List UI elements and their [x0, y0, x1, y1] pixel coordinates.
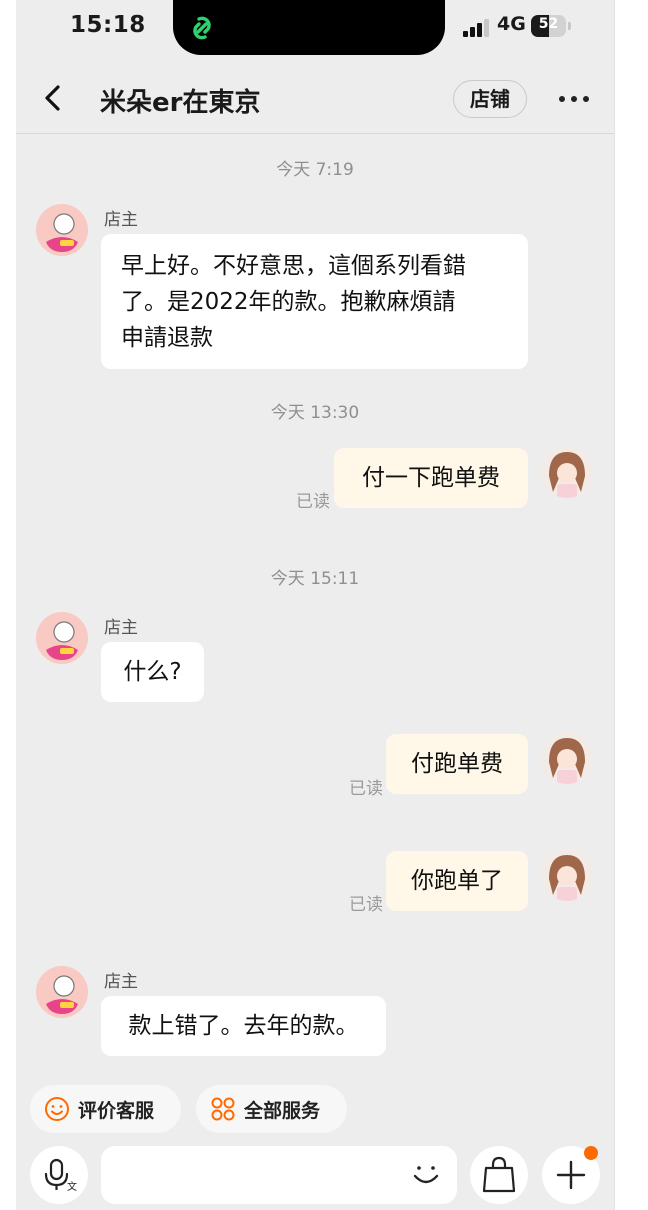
message-bubble[interactable]: 什么? [101, 642, 204, 702]
signal-icon [463, 19, 489, 37]
read-status: 已读 [349, 895, 383, 915]
shop-avatar[interactable] [36, 612, 88, 664]
message-line: 早上好。不好意思，這個系列看錯 [121, 253, 466, 279]
timestamp: 今天 15:11 [270, 569, 360, 589]
message-bubble[interactable]: 付一下跑单费 [334, 448, 528, 508]
rate-service-label: 评价客服 [78, 1100, 155, 1122]
message-bubble[interactable]: 你跑单了 [386, 851, 528, 911]
svg-text:文: 文 [67, 1180, 77, 1193]
message-line: 了。是2022年的款。抱歉麻煩請 [121, 289, 456, 315]
status-time: 15:18 [70, 12, 146, 38]
voice-input-button[interactable]: 文 [30, 1146, 88, 1204]
user-avatar[interactable] [541, 732, 593, 784]
shop-avatar[interactable] [36, 204, 88, 256]
chat-header: 米朵er在東京 店铺 [16, 62, 614, 134]
read-status: 已读 [349, 779, 383, 799]
grid-icon [211, 1097, 235, 1121]
shopping-bag-icon [482, 1156, 516, 1193]
voice-input-icon: 文 [44, 1158, 77, 1193]
notification-dot [584, 1146, 598, 1160]
all-services-label: 全部服务 [244, 1100, 321, 1122]
message-bubble[interactable]: 付跑单费 [386, 734, 528, 794]
link-icon [193, 16, 211, 40]
message-bubble[interactable]: 早上好。不好意思，這個系列看錯 了。是2022年的款。抱歉麻煩請 申請退款 [101, 234, 528, 369]
back-icon[interactable] [36, 80, 72, 116]
battery-level: 52 [538, 16, 559, 32]
message-bubble[interactable]: 款上错了。去年的款。 [101, 996, 386, 1056]
emoji-icon[interactable] [408, 1156, 444, 1192]
read-status: 已读 [296, 492, 330, 512]
status-bar: 15:18 4G 52 [16, 0, 614, 56]
more-options-icon[interactable] [554, 84, 594, 114]
message-input[interactable] [101, 1146, 457, 1204]
timestamp: 今天 7:19 [276, 160, 354, 180]
user-avatar[interactable] [541, 849, 593, 901]
smiley-icon [45, 1097, 69, 1121]
dynamic-island [173, 0, 445, 55]
message-line: 申請退款 [121, 325, 213, 351]
sender-name: 店主 [104, 210, 138, 230]
chat-screen: 15:18 4G 52 米朵er在東京 店铺 今天 7:19 店主 早上好。不好… [16, 0, 614, 1210]
user-avatar[interactable] [541, 446, 593, 498]
timestamp: 今天 13:30 [270, 403, 360, 423]
network-type: 4G [497, 13, 526, 35]
store-button[interactable]: 店铺 [453, 80, 527, 118]
page-edge [614, 0, 648, 1210]
shop-avatar[interactable] [36, 966, 88, 1018]
page-title: 米朵er在東京 [100, 88, 261, 118]
sender-name: 店主 [104, 972, 138, 992]
rate-service-button[interactable]: 评价客服 [30, 1085, 181, 1133]
shopping-bag-button[interactable] [470, 1146, 528, 1204]
sender-name: 店主 [104, 618, 138, 638]
battery-icon: 52 [531, 15, 571, 37]
all-services-button[interactable]: 全部服务 [196, 1085, 347, 1133]
